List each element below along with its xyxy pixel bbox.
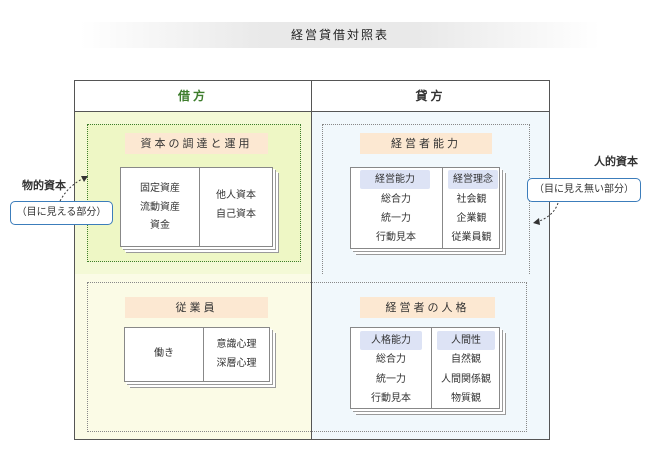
human-capital-arrow-line <box>536 202 559 223</box>
physical-capital-arrow-line <box>59 177 85 202</box>
human-capital-arrowhead <box>533 218 540 225</box>
connector-arrows <box>59 176 559 225</box>
physical-capital-arrowhead <box>81 176 88 182</box>
